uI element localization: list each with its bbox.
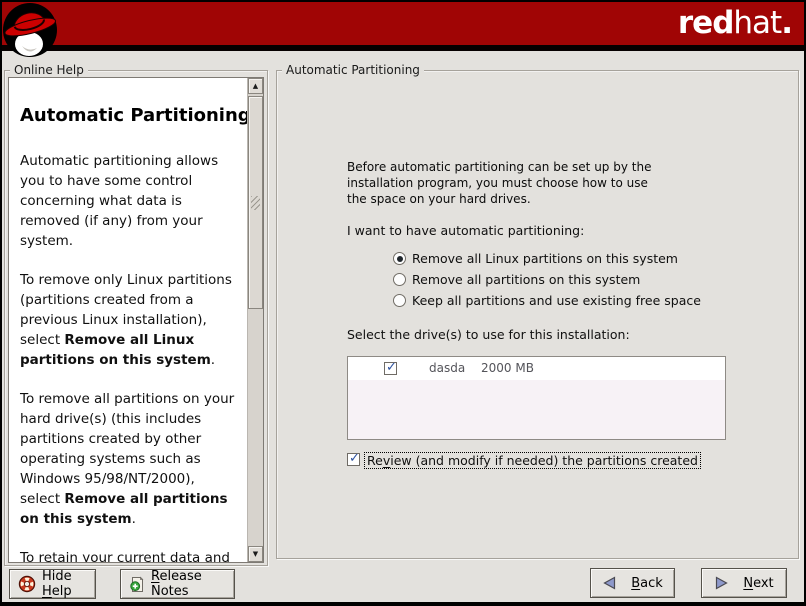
scrollbar-down-button[interactable]: ▼: [248, 546, 263, 562]
arrow-up-icon: ▲: [253, 82, 258, 90]
installer-window: redhat. Online Help Automatic Partitioni…: [0, 0, 806, 606]
brand-period: .: [781, 5, 792, 41]
radio-group: Remove all Linux partitions on this syst…: [393, 248, 701, 311]
radio-option[interactable]: Remove all partitions on this system: [393, 269, 701, 290]
help-paragraph: To retain your current data and: [20, 548, 245, 562]
main-frame: Automatic Partitioning: [276, 70, 799, 559]
hide-help-label: Hide Help: [42, 569, 87, 599]
redhat-wordmark: redhat.: [678, 6, 792, 40]
release-notes-button[interactable]: Release Notes: [120, 569, 235, 599]
main-frame-label: Automatic Partitioning: [282, 63, 424, 77]
radio-option-label: Remove all Linux partitions on this syst…: [412, 251, 678, 266]
help-title: Automatic Partitioning: [20, 104, 245, 127]
scrollbar-up-button[interactable]: ▲: [248, 78, 263, 94]
help-paragraph: To remove all partitions on yourhard dri…: [20, 389, 245, 529]
help-scrollbar[interactable]: ▲ ▼: [247, 78, 263, 562]
help-content: Automatic Partitioning Automatic partiti…: [9, 78, 247, 562]
arrow-down-icon: ▼: [253, 550, 258, 558]
back-label: Back: [631, 576, 663, 591]
online-help-frame-label: Online Help: [10, 63, 88, 77]
review-partitions-checkbox-row[interactable]: Review (and modify if needed) the partit…: [347, 452, 701, 469]
brand-hat: hat: [733, 5, 781, 41]
drive-table-body: dasda 2000 MB: [348, 357, 725, 380]
help-paragraphs: Automatic partitioning allowsyou to have…: [20, 151, 245, 562]
radio-option-label: Remove all partitions on this system: [412, 272, 640, 287]
drive-table-row[interactable]: dasda 2000 MB: [348, 357, 725, 380]
drive-checkbox[interactable]: [384, 362, 397, 375]
redhat-shadowman-logo-icon: [2, 2, 60, 60]
radio-option[interactable]: Remove all Linux partitions on this syst…: [393, 248, 701, 269]
brand-red: red: [678, 5, 734, 41]
radio-unselected-icon[interactable]: [393, 273, 406, 286]
hide-help-button[interactable]: Hide Help: [9, 569, 96, 599]
drive-device-label: dasda: [429, 361, 465, 375]
arrow-left-icon: [602, 575, 617, 591]
help-paragraph: Automatic partitioning allowsyou to have…: [20, 151, 245, 251]
radio-selected-icon[interactable]: [393, 252, 406, 265]
radio-option[interactable]: Keep all partitions and use existing fre…: [393, 290, 701, 311]
intro-text: Before automatic partitioning can be set…: [347, 159, 651, 207]
scrollbar-grip: [251, 196, 260, 210]
release-notes-page-icon: [129, 576, 145, 593]
radio-group-prompt: I want to have automatic partitioning:: [347, 223, 584, 238]
help-paragraph: To remove only Linux partitions(partitio…: [20, 270, 245, 370]
radio-unselected-icon[interactable]: [393, 294, 406, 307]
scrollbar-thumb[interactable]: [248, 96, 263, 309]
next-label: Next: [743, 576, 773, 591]
review-checkbox[interactable]: [347, 453, 360, 466]
drive-select-prompt: Select the drive(s) to use for this inst…: [347, 327, 630, 342]
arrow-right-icon: [714, 575, 729, 591]
drive-table[interactable]: dasda 2000 MB: [347, 356, 726, 440]
review-checkbox-label: Review (and modify if needed) the partit…: [364, 452, 701, 469]
back-button[interactable]: Back: [590, 568, 675, 598]
help-viewport[interactable]: Automatic Partitioning Automatic partiti…: [8, 77, 264, 563]
life-preserver-icon: [18, 575, 36, 593]
next-button[interactable]: Next: [701, 568, 787, 598]
radio-option-label: Keep all partitions and use existing fre…: [412, 293, 701, 308]
release-notes-label: Release Notes: [151, 569, 226, 599]
drive-size-label: 2000 MB: [481, 361, 534, 375]
